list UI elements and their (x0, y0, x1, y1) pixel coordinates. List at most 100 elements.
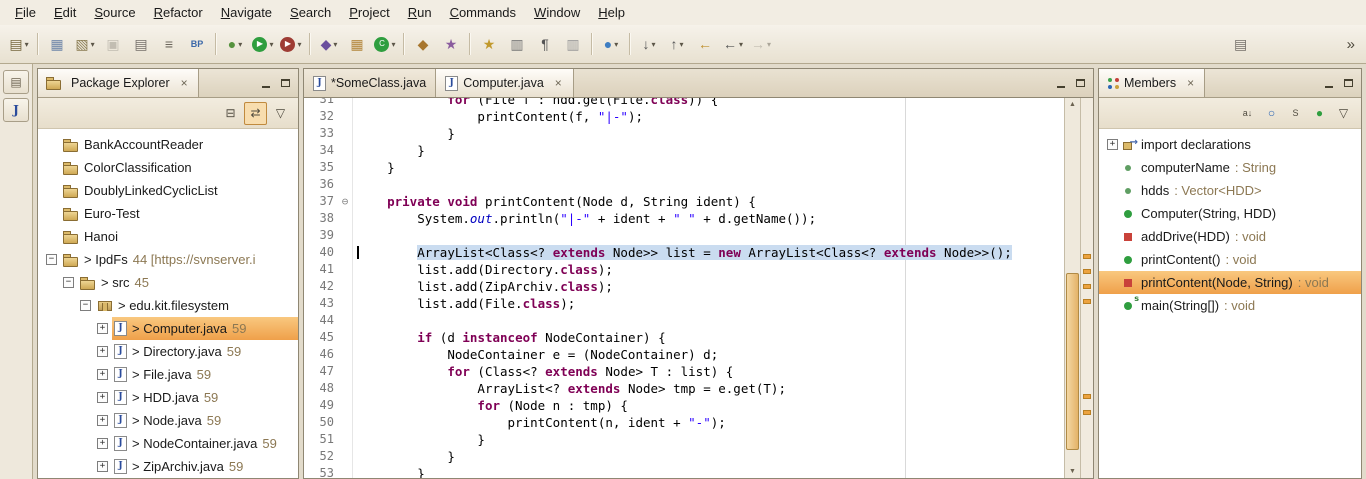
menu-source[interactable]: Source (85, 2, 144, 23)
code-line[interactable]: 46 NodeContainer e = (NodeContainer) d; (304, 346, 1064, 363)
new-java-class-button[interactable]: C▾ (371, 32, 399, 56)
save-button[interactable]: ▣ (99, 32, 127, 56)
expand-icon[interactable]: + (97, 415, 108, 426)
editor-body[interactable]: 31 for (File f : hdd.get(File.class)) {3… (304, 98, 1093, 478)
annotation-mark[interactable] (1083, 394, 1091, 399)
next-annotation-button[interactable]: ↓▾ (635, 32, 663, 56)
close-icon[interactable]: × (179, 76, 190, 90)
maximize-button[interactable] (1340, 75, 1357, 91)
maximize-button[interactable] (277, 75, 294, 91)
hide-static-members-button[interactable]: S (1285, 103, 1306, 124)
last-edit-location-button[interactable]: ← (691, 32, 719, 56)
menu-edit[interactable]: Edit (45, 2, 85, 23)
tree-item[interactable]: +> HDD.java59 (38, 386, 298, 409)
hide-non-public-members-button[interactable]: ● (1309, 103, 1330, 124)
generate-javadoc-button[interactable]: ★ (437, 32, 465, 56)
package-explorer-tab[interactable]: Package Explorer × (38, 69, 199, 97)
collapse-icon[interactable]: − (80, 300, 91, 311)
skip-breakpoints-button[interactable]: BP (183, 32, 211, 56)
tree-item[interactable]: +> Directory.java59 (38, 340, 298, 363)
code-line[interactable]: 37⊖ private void printContent(Node d, St… (304, 193, 1064, 210)
hide-fields-button[interactable]: ○ (1261, 103, 1282, 124)
tree-item[interactable]: +> File.java59 (38, 363, 298, 386)
open-task-button[interactable]: ▦ (43, 32, 71, 56)
menu-file[interactable]: File (6, 2, 45, 23)
member-item[interactable]: addDrive(HDD) : void (1099, 225, 1361, 248)
code-line[interactable]: 53 } (304, 465, 1064, 478)
fast-view-restore-button[interactable]: ▤ (3, 70, 29, 94)
editor-tab-someclassjava[interactable]: *SomeClass.java (304, 69, 436, 97)
code-line[interactable]: 41 list.add(Directory.class); (304, 261, 1064, 278)
maximize-button[interactable] (1072, 75, 1089, 91)
member-item[interactable]: main(String[]) : void (1099, 294, 1361, 317)
minimize-button[interactable] (257, 75, 274, 91)
code-line[interactable]: 48 ArrayList<? extends Node> tmp = e.get… (304, 380, 1064, 397)
member-item[interactable]: hdds : Vector<HDD> (1099, 179, 1361, 202)
code-line[interactable]: 49 for (Node n : tmp) { (304, 397, 1064, 414)
code-line[interactable]: 45 if (d instanceof NodeContainer) { (304, 329, 1064, 346)
annotation-mark[interactable] (1083, 254, 1091, 259)
tree-item[interactable]: +> Node.java59 (38, 409, 298, 432)
member-item[interactable]: printContent() : void (1099, 248, 1361, 271)
annotation-mark[interactable] (1083, 284, 1091, 289)
collapse-all-button[interactable]: ⊟ (220, 103, 241, 124)
scroll-up-icon[interactable]: ▲ (1065, 98, 1080, 111)
close-icon[interactable]: × (1185, 76, 1196, 90)
toggle-mark-occurrences-button[interactable]: ▥ (503, 32, 531, 56)
run-external-tools-button[interactable]: ▶▾ (277, 32, 305, 56)
fast-view-java-button[interactable]: J (3, 98, 29, 122)
scrollbar-thumb[interactable] (1066, 273, 1079, 450)
minimize-button[interactable] (1052, 75, 1069, 91)
toolbar-overflow-chevron[interactable]: » (1341, 36, 1361, 53)
member-item[interactable]: printContent(Node, String) : void (1099, 271, 1361, 294)
print-button[interactable]: ▤ (127, 32, 155, 56)
member-item[interactable]: computerName : String (1099, 156, 1361, 179)
annotation-mark[interactable] (1083, 269, 1091, 274)
expand-icon[interactable]: + (1107, 139, 1118, 150)
editor-vertical-scrollbar[interactable]: ▲ ▼ (1064, 98, 1080, 478)
menu-commands[interactable]: Commands (441, 2, 525, 23)
link-with-editor-button[interactable]: ⇄ (244, 102, 267, 125)
code-line[interactable]: 40 ArrayList<Class<? extends Node>> list… (304, 244, 1064, 261)
code-line[interactable]: 51 } (304, 431, 1064, 448)
members-tab[interactable]: Members × (1099, 69, 1205, 97)
code-pane[interactable]: 31 for (File f : hdd.get(File.class)) {3… (304, 98, 1064, 478)
expand-icon[interactable]: + (97, 346, 108, 357)
code-line[interactable]: 32 printContent(f, "|-"); (304, 108, 1064, 125)
code-line[interactable]: 35 } (304, 159, 1064, 176)
code-line[interactable]: 44 (304, 312, 1064, 329)
expand-icon[interactable]: + (97, 392, 108, 403)
tree-item[interactable]: ColorClassification (38, 156, 298, 179)
code-line[interactable]: 43 list.add(File.class); (304, 295, 1064, 312)
previous-annotation-button[interactable]: ↑▾ (663, 32, 691, 56)
overview-ruler[interactable] (1080, 98, 1093, 478)
tree-item[interactable]: Hanoi (38, 225, 298, 248)
code-line[interactable]: 52 } (304, 448, 1064, 465)
build-all-button[interactable]: ≡ (155, 32, 183, 56)
debug-button[interactable]: ●▾ (221, 32, 249, 56)
code-line[interactable]: 38 System.out.println("|-" + ident + " "… (304, 210, 1064, 227)
collapse-icon[interactable]: − (46, 254, 57, 265)
show-selected-element-only-button[interactable]: ▥ (559, 32, 587, 56)
tree-item[interactable]: +> NodeContainer.java59 (38, 432, 298, 455)
code-line[interactable]: 42 list.add(ZipArchiv.class); (304, 278, 1064, 295)
annotation-mark[interactable] (1083, 410, 1091, 415)
tree-item[interactable]: −> IpdFs44 [https://svnserver.i (38, 248, 298, 271)
search-button[interactable]: ★ (475, 32, 503, 56)
new-java-package-button[interactable]: ▦ (343, 32, 371, 56)
close-icon[interactable]: × (553, 76, 564, 90)
open-web-browser-button[interactable]: ●▾ (597, 32, 625, 56)
code-line[interactable]: 34 } (304, 142, 1064, 159)
collapse-icon[interactable]: − (63, 277, 74, 288)
code-line[interactable]: 39 (304, 227, 1064, 244)
code-line[interactable]: 50 printContent(n, ident + "-"); (304, 414, 1064, 431)
export-jar-button[interactable]: ◆ (409, 32, 437, 56)
menu-run[interactable]: Run (399, 2, 441, 23)
annotation-mark[interactable] (1083, 299, 1091, 304)
code-line[interactable]: 31 for (File f : hdd.get(File.class)) { (304, 98, 1064, 108)
menu-refactor[interactable]: Refactor (145, 2, 212, 23)
new-java-project-button[interactable]: ◆▾ (315, 32, 343, 56)
minimize-button[interactable] (1320, 75, 1337, 91)
pin-editor-button[interactable]: ▤ (1227, 32, 1255, 56)
expand-icon[interactable]: + (97, 461, 108, 472)
